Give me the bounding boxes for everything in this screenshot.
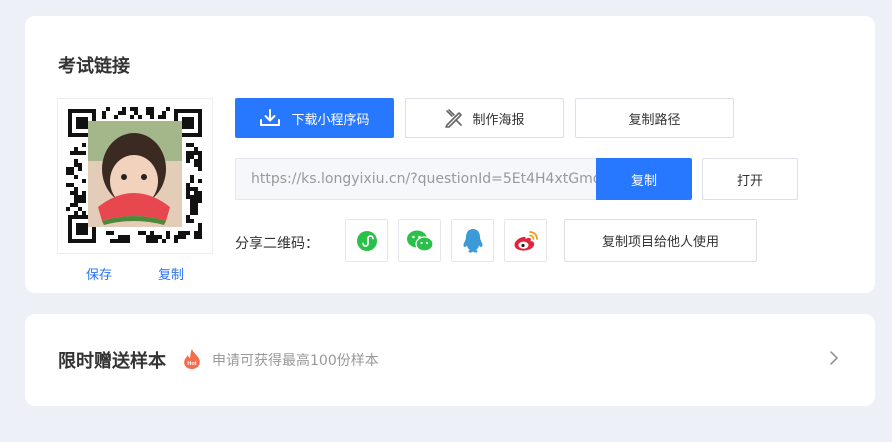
hot-fire-icon: Hot xyxy=(184,349,200,369)
make-poster-button[interactable]: 制作海报 xyxy=(405,98,564,138)
share-qr-label: 分享二维码： xyxy=(235,236,319,252)
exam-link-card: 考试链接 保存 复制 下载小程序码 制作海报 复制路径 https://ks.l… xyxy=(25,16,875,293)
share-weibo-button[interactable] xyxy=(504,219,547,262)
make-poster-label: 制作海报 xyxy=(472,112,525,128)
qr-code xyxy=(57,98,213,254)
hot-badge-text: Hot xyxy=(187,361,196,367)
copy-qr-link[interactable]: 复制 xyxy=(158,264,184,283)
download-mini-code-label: 下载小程序码 xyxy=(291,112,370,128)
section-title: 考试链接 xyxy=(58,56,130,77)
share-wechat-button[interactable] xyxy=(398,219,441,262)
download-mini-code-button[interactable]: 下载小程序码 xyxy=(235,98,394,138)
download-icon xyxy=(260,109,281,126)
save-qr-link[interactable]: 保存 xyxy=(86,264,112,283)
chevron-right-icon[interactable] xyxy=(829,350,839,366)
copy-path-label: 复制路径 xyxy=(628,112,681,128)
promo-title: 限时赠送样本 xyxy=(58,351,166,372)
share-qq-button[interactable] xyxy=(451,219,494,262)
copy-url-label: 复制 xyxy=(630,173,657,189)
miniprogram-icon xyxy=(356,230,377,251)
copy-project-label: 复制项目给他人使用 xyxy=(601,235,719,250)
wechat-icon xyxy=(406,230,434,252)
share-miniprogram-button[interactable] xyxy=(345,219,388,262)
qr-code-image xyxy=(58,99,212,253)
copy-url-button[interactable]: 复制 xyxy=(596,158,692,200)
exam-url-input[interactable]: https://ks.longyixiu.cn/?questionId=5Et4… xyxy=(235,158,596,200)
promo-subtitle: 申请可获得最高100份样本 xyxy=(212,353,379,369)
copy-project-button[interactable]: 复制项目给他人使用 xyxy=(564,219,757,262)
open-url-label: 打开 xyxy=(736,173,763,189)
pencil-ruler-icon xyxy=(445,109,463,128)
promo-card[interactable]: 限时赠送样本 Hot 申请可获得最高100份样本 xyxy=(25,314,875,406)
copy-path-button[interactable]: 复制路径 xyxy=(575,98,734,138)
qq-icon xyxy=(462,228,483,253)
weibo-icon xyxy=(513,230,538,251)
open-url-button[interactable]: 打开 xyxy=(702,158,798,200)
